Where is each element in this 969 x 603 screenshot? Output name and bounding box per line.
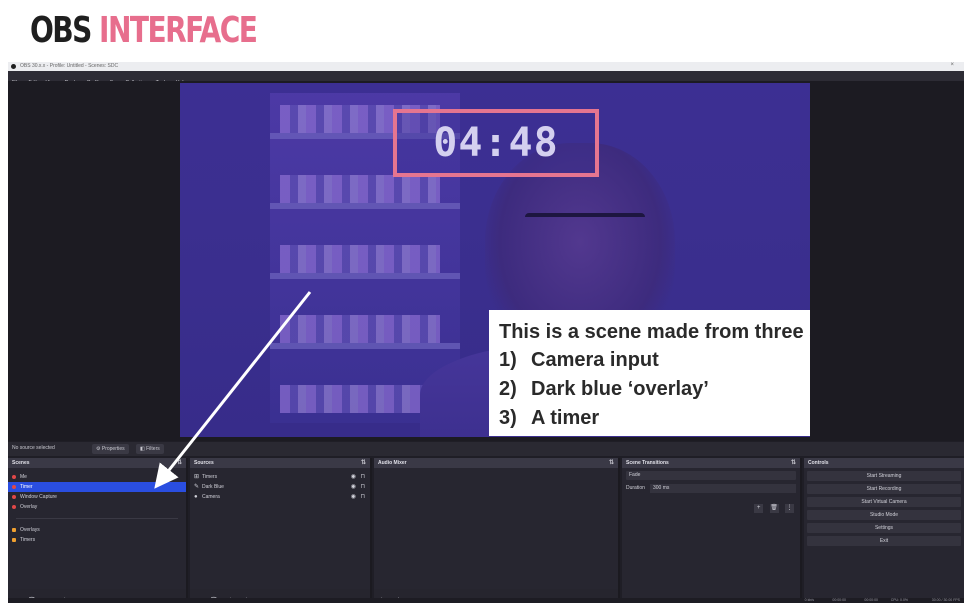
dock-config-icon[interactable]: ⇅ — [791, 458, 796, 468]
lock-icon[interactable]: ⊓ — [360, 492, 365, 502]
sources-dock: Sources ⇅ ⊞ Timers ◉ ⊓ ✎ Dark Blue ◉ ⊓ ● Camera ◉… — [190, 458, 372, 603]
exit-button[interactable]: Exit — [807, 536, 961, 546]
visibility-eye-icon[interactable]: ◉ — [351, 482, 356, 492]
color-source-icon: ✎ — [194, 484, 200, 490]
source-item-dark-blue[interactable]: ✎ Dark Blue ◉ ⊓ — [190, 482, 370, 492]
callout-heading: This is a scene made from three sources: — [499, 321, 810, 343]
scene-item-timer[interactable]: Timer — [8, 482, 186, 492]
dock-config-icon[interactable]: ⇅ — [609, 458, 614, 468]
sources-header: Sources ⇅ — [190, 458, 370, 468]
callout-item: 2) Dark blue ‘overlay’ — [499, 378, 709, 400]
scene-item-timers[interactable]: Timers — [8, 535, 186, 545]
scene-item-overlays[interactable]: Overlays — [8, 525, 186, 535]
add-transition-icon[interactable]: + — [754, 504, 764, 513]
status-record-time: 00:00:00 — [864, 598, 878, 602]
obs-window: OBS 30.x.x - Profile: Untitled - Scenes:… — [8, 62, 964, 603]
presenter-glasses — [525, 213, 645, 225]
start-streaming-button[interactable]: Start Streaming — [807, 471, 961, 481]
scene-item-window-capture[interactable]: Window Capture — [8, 492, 186, 502]
scenes-dock: Scenes ⇅ Me Timer Window Capture Overlay … — [8, 458, 188, 603]
scene-item-overlay[interactable]: Overlay — [8, 502, 186, 512]
title-part-obs: OBS — [30, 10, 92, 51]
window-titlebar: OBS 30.x.x - Profile: Untitled - Scenes:… — [8, 62, 964, 71]
preview-area: 04:48 This is a scene made from three so… — [8, 81, 964, 441]
scenes-header: Scenes ⇅ — [8, 458, 186, 468]
status-bitrate: 0 kb/s — [804, 598, 814, 602]
status-fps: 30.00 / 30.00 FPS — [931, 598, 960, 602]
start-recording-button[interactable]: Start Recording — [807, 484, 961, 494]
close-icon[interactable]: × — [950, 62, 954, 68]
properties-button[interactable]: ⚙ Properties — [92, 444, 129, 454]
callout-item: 1) Camera input — [499, 349, 659, 371]
timer-display: 04:48 — [433, 120, 559, 166]
visibility-eye-icon[interactable]: ◉ — [351, 492, 356, 502]
window-title: OBS 30.x.x - Profile: Untitled - Scenes:… — [20, 63, 119, 69]
lock-icon[interactable]: ⊓ — [360, 472, 365, 482]
camera-icon: ● — [194, 494, 198, 500]
menu-bar: File Edit View Docks Profile Scene Colle… — [8, 71, 964, 86]
group-icon — [12, 528, 16, 532]
source-item-camera[interactable]: ● Camera ◉ ⊓ — [190, 492, 370, 502]
scene-icon — [12, 475, 16, 479]
callout-item: 3) A timer — [499, 407, 600, 429]
group-icon — [12, 538, 16, 542]
no-source-label: No source selected — [12, 445, 55, 451]
source-toolbar: No source selected ⚙ Properties ◧ Filter… — [8, 442, 964, 456]
timer-highlight-box: 04:48 — [393, 109, 599, 177]
status-cpu: CPU: 0.0% — [890, 598, 908, 602]
audio-mixer-header: Audio Mixer ⇅ — [374, 458, 618, 468]
controls-header: Controls — [804, 458, 964, 468]
title-part-interface: INTERFACE — [99, 10, 258, 51]
duration-input[interactable]: 300 ms — [650, 484, 796, 493]
annotation-callout: This is a scene made from three sources:… — [489, 310, 810, 436]
transition-menu-icon[interactable]: ⋮ — [785, 504, 794, 513]
dock-config-icon[interactable]: ⇅ — [361, 458, 366, 468]
studio-mode-button[interactable]: Studio Mode — [807, 510, 961, 520]
lock-icon[interactable]: ⊓ — [360, 482, 365, 492]
scene-item-me[interactable]: Me — [8, 472, 186, 482]
remove-transition-icon[interactable]: 🗑 — [769, 504, 779, 513]
controls-dock: Controls Start Streaming Start Recording… — [804, 458, 964, 603]
settings-button[interactable]: Settings — [807, 523, 961, 533]
preview-canvas[interactable]: 04:48 This is a scene made from three so… — [180, 83, 810, 437]
scene-icon — [12, 495, 16, 499]
group-source-icon: ⊞ — [194, 474, 200, 480]
status-bar: 0 kb/s 00:00:00 00:00:00 CPU: 0.0% 30.00… — [8, 598, 964, 603]
filters-button[interactable]: ◧ Filters — [136, 444, 164, 454]
transition-select[interactable]: Fade — [626, 471, 796, 480]
scene-transitions-header: Scene Transitions ⇅ — [622, 458, 800, 468]
scene-icon — [12, 505, 16, 509]
dock-config-icon[interactable]: ⇅ — [177, 458, 182, 468]
audio-mixer-dock: Audio Mixer⇅ ✎ ⋮ — [374, 458, 620, 603]
obs-logo-icon — [11, 64, 16, 69]
start-virtual-camera-button[interactable]: Start Virtual Camera — [807, 497, 961, 507]
slide-title: OBS INTERFACE — [30, 10, 258, 56]
status-stream-time: 00:00:00 — [832, 598, 846, 602]
scene-transitions-dock: Scene Transitions ⇅ Fade Duration 300 ms … — [622, 458, 802, 603]
visibility-eye-icon[interactable]: ◉ — [351, 472, 356, 482]
transition-buttons: + 🗑 ⋮ — [752, 496, 794, 514]
scene-icon — [12, 485, 16, 489]
duration-label: Duration — [626, 485, 645, 491]
source-item-timers[interactable]: ⊞ Timers ◉ ⊓ — [190, 472, 370, 482]
